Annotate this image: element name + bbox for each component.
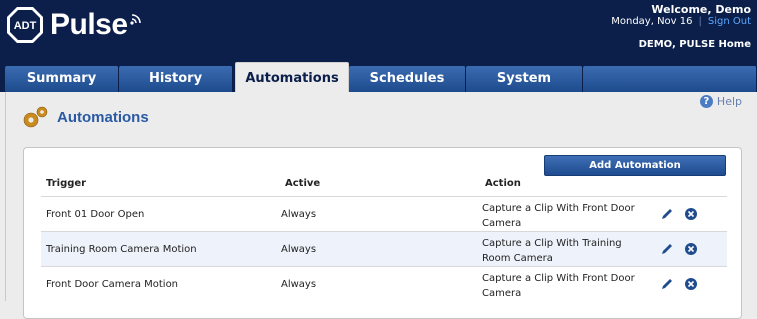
edit-pencil-icon[interactable] — [660, 207, 674, 224]
action-cell: Capture a Clip With Front Door Camera — [482, 273, 635, 299]
action-cell: Capture a Clip With Front Door Camera — [482, 203, 635, 229]
header-active: Active — [285, 178, 321, 189]
welcome-text: Welcome, Demo — [651, 3, 751, 16]
adt-badge-icon: ADT — [6, 6, 44, 44]
gears-icon — [23, 106, 48, 128]
help-label: Help — [716, 95, 742, 108]
automations-panel: Add Automation Trigger Active Action Fro… — [23, 147, 742, 319]
delete-x-icon[interactable] — [684, 277, 698, 294]
help-icon: ? — [699, 95, 713, 108]
tab-blank — [583, 66, 757, 92]
home-name: DEMO, PULSE Home — [638, 39, 751, 50]
automations-list: Front 01 Door Open Always Capture a Clip… — [41, 196, 727, 301]
page-title-text: Automations — [57, 108, 149, 126]
table-row: Training Room Camera Motion Always Captu… — [41, 231, 727, 266]
tab-system[interactable]: System — [466, 66, 583, 92]
brand-name: Pulse — [50, 8, 128, 41]
table-row: Front 01 Door Open Always Capture a Clip… — [41, 196, 727, 231]
tab-automations[interactable]: Automations — [235, 62, 349, 93]
delete-x-icon[interactable] — [684, 242, 698, 259]
sign-out-link[interactable]: Sign Out — [708, 16, 751, 27]
trigger-cell: Training Room Camera Motion — [46, 244, 197, 255]
header: ADT Pulse Welcome, Demo Monday, Nov 16 | S… — [0, 0, 757, 93]
header-action: Action — [485, 178, 521, 189]
table-row: Front Door Camera Motion Always Capture … — [41, 266, 727, 301]
edit-pencil-icon[interactable] — [660, 242, 674, 259]
trigger-cell: Front Door Camera Motion — [46, 279, 179, 290]
active-cell: Always — [281, 244, 317, 255]
active-cell: Always — [281, 279, 317, 290]
main-content: Automations ? Help Add Automation Trigge… — [5, 92, 757, 319]
delete-x-icon[interactable] — [684, 207, 698, 224]
badge-text: ADT — [14, 20, 37, 32]
tab-summary[interactable]: Summary — [5, 66, 119, 92]
page-title: Automations — [21, 104, 149, 130]
divider: | — [698, 16, 702, 27]
nav-tabs: Summary History Automations Schedules Sy… — [5, 62, 757, 93]
trigger-cell: Front 01 Door Open — [46, 209, 145, 220]
logo[interactable]: ADT Pulse — [6, 6, 144, 44]
add-automation-button[interactable]: Add Automation — [544, 155, 726, 176]
date-line: Monday, Nov 16 | Sign Out — [611, 16, 751, 27]
help-link[interactable]: ? Help — [699, 95, 742, 108]
wireless-waves-icon — [129, 10, 144, 29]
active-cell: Always — [281, 209, 317, 220]
header-trigger: Trigger — [46, 178, 87, 189]
tab-history[interactable]: History — [119, 66, 233, 92]
current-date: Monday, Nov 16 — [611, 16, 693, 27]
edit-pencil-icon[interactable] — [660, 277, 674, 294]
tab-schedules[interactable]: Schedules — [349, 66, 466, 92]
action-cell: Capture a Clip With Training Room Camera — [482, 238, 622, 264]
